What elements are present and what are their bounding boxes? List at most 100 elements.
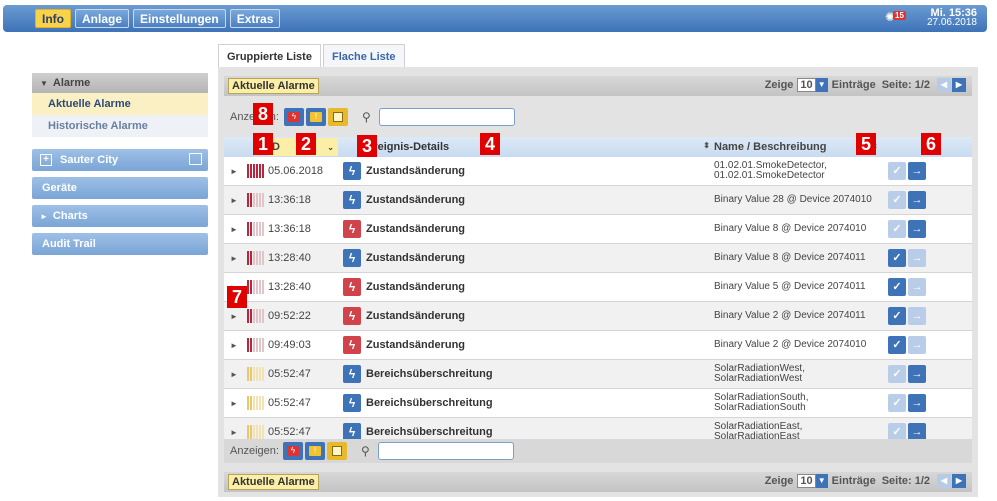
row-name: 01.02.01.SmokeDetector, 01.02.01.SmokeDet… <box>714 161 884 181</box>
page-size-select[interactable]: 10 ▼ <box>797 78 828 92</box>
table-row[interactable]: ► 05:52:47 ϟ Bereichsüberschreitung SolarRad… <box>224 389 972 418</box>
sidebar-block-label: Charts <box>52 210 88 222</box>
table-row[interactable]: ► 09:52:22 ϟ Zustandsänderung Binary Value 2… <box>224 302 972 331</box>
column-event[interactable]: Ereignis-Details ⬍ <box>366 141 714 153</box>
dropdown-arrow-icon[interactable]: ▼ <box>815 474 828 488</box>
table-row[interactable]: ► 05.06.2018 ϟ Zustandsänderung 01.02.01.Smo… <box>224 157 972 186</box>
filter-warning-button[interactable]: ! <box>306 108 326 126</box>
search-input[interactable] <box>377 442 514 460</box>
expand-row-icon[interactable]: ► <box>224 370 244 379</box>
table-row[interactable]: ► 05:52:47 ϟ Bereichsüberschreitung SolarRad… <box>224 360 972 389</box>
forward-arrow-icon[interactable]: → <box>908 191 926 209</box>
forward-arrow-icon[interactable]: → <box>908 220 926 238</box>
sidebar-section-alarme[interactable]: ▼ Alarme <box>32 73 208 93</box>
entries-label: Einträge <box>831 79 876 91</box>
marker-1: 1 <box>253 133 273 155</box>
table-row[interactable]: ► 13:28:40 ϟ Zustandsänderung Binary Value 8… <box>224 244 972 273</box>
sidebar: ▼ Alarme Aktuelle Alarme Historische Ala… <box>32 73 208 255</box>
acknowledge-check-icon[interactable]: ✓ <box>888 220 906 238</box>
expand-row-icon[interactable]: ► <box>224 225 244 234</box>
next-page-icon[interactable]: ▶ <box>952 474 966 488</box>
page-size-select[interactable]: 10 ▼ <box>797 474 828 488</box>
expand-arrow-icon: ► <box>40 211 48 221</box>
priority-bar-icon <box>244 425 268 439</box>
acknowledge-check-icon[interactable]: ✓ <box>888 336 906 354</box>
sort-desc-icon[interactable]: ⌄ <box>327 143 334 152</box>
show-label: Zeige <box>764 79 794 91</box>
row-name-line1: Binary Value 2 @ Device 2074011 <box>714 310 866 321</box>
event-bolt-icon: ϟ <box>343 162 361 180</box>
sidebar-item-aktuelle-alarme[interactable]: Aktuelle Alarme <box>32 93 208 115</box>
table-row[interactable]: ► 13:36:18 ϟ Zustandsänderung Binary Value 2… <box>224 186 972 215</box>
expand-plus-icon[interactable]: + <box>40 154 52 166</box>
filter-alarm-button[interactable]: ϟ <box>282 442 303 460</box>
sidebar-block-label: Audit Trail <box>42 238 96 250</box>
row-event: Bereichsüberschreitung <box>366 426 493 438</box>
acknowledge-check-icon[interactable]: ✓ <box>888 191 906 209</box>
warning-icon: ! <box>308 446 321 456</box>
column-date-label: D <box>272 141 280 153</box>
expand-row-icon[interactable]: ► <box>224 428 244 437</box>
filter-warning-button[interactable]: ! <box>304 442 325 460</box>
alarm-indicator-icon[interactable]: ✺ 15 <box>885 10 907 26</box>
table-row[interactable]: ► 13:36:18 ϟ Zustandsänderung Binary Value 8… <box>224 215 972 244</box>
image-icon[interactable] <box>189 153 202 165</box>
expand-row-icon[interactable]: ► <box>224 341 244 350</box>
sidebar-block-geraete[interactable]: Geräte <box>32 177 208 199</box>
next-page-icon[interactable]: ▶ <box>952 78 966 92</box>
forward-arrow-icon[interactable]: → <box>908 365 926 383</box>
filter-note-button[interactable] <box>326 442 347 460</box>
expand-row-icon[interactable]: ► <box>224 196 244 205</box>
expand-row-icon[interactable]: ► <box>224 167 244 176</box>
expand-row-icon[interactable]: ► <box>224 312 244 321</box>
row-event: Zustandsänderung <box>366 281 466 293</box>
forward-arrow-icon[interactable]: → <box>908 162 926 180</box>
nav-anlage[interactable]: Anlage <box>75 9 130 28</box>
sort-icon[interactable]: ⬍ <box>703 141 710 153</box>
page-indicator: Seite: 1/2 <box>881 475 930 487</box>
row-date: 05:52:47 <box>268 397 311 409</box>
filter-label: Anzeigen: <box>230 445 279 457</box>
filter-alarm-button[interactable]: ϟ <box>284 108 304 126</box>
table-row[interactable]: ►13:28:40ϟZustandsänderungBinary Value 5… <box>224 273 972 302</box>
acknowledge-check-icon[interactable]: ✓ <box>888 365 906 383</box>
alarm-count-badge: 15 <box>893 11 906 20</box>
row-date: 13:28:40 <box>268 281 311 293</box>
sidebar-block-label: Geräte <box>42 182 77 194</box>
row-date: 05:52:47 <box>268 426 311 438</box>
acknowledge-check-icon[interactable]: ✓ <box>888 278 906 296</box>
sidebar-block-sauter-city[interactable]: + Sauter City <box>32 149 208 171</box>
acknowledge-check-icon[interactable]: ✓ <box>888 307 906 325</box>
forward-arrow-icon[interactable]: → <box>908 307 926 325</box>
priority-bar-icon <box>244 222 268 236</box>
table-row[interactable]: ► 09:49:03 ϟ Zustandsänderung Binary Value 2… <box>224 331 972 360</box>
expand-row-icon[interactable]: ► <box>224 254 244 263</box>
row-event: Bereichsüberschreitung <box>366 368 493 380</box>
tab-gruppierte-liste[interactable]: Gruppierte Liste <box>218 44 321 68</box>
forward-arrow-icon[interactable]: → <box>908 249 926 267</box>
acknowledge-check-icon[interactable]: ✓ <box>888 162 906 180</box>
nav-info[interactable]: Info <box>35 9 71 28</box>
event-bolt-icon: ϟ <box>343 278 361 296</box>
sidebar-block-charts[interactable]: ► Charts <box>32 205 208 227</box>
acknowledge-check-icon[interactable]: ✓ <box>888 394 906 412</box>
acknowledge-check-icon[interactable]: ✓ <box>888 249 906 267</box>
row-date: 13:36:18 <box>268 194 311 206</box>
forward-arrow-icon[interactable]: → <box>908 394 926 412</box>
nav-einstellungen[interactable]: Einstellungen <box>133 9 226 28</box>
forward-arrow-icon[interactable]: → <box>908 278 926 296</box>
sidebar-block-audit-trail[interactable]: Audit Trail <box>32 233 208 255</box>
expand-row-icon[interactable]: ► <box>224 399 244 408</box>
forward-arrow-icon[interactable]: → <box>908 336 926 354</box>
tab-flache-liste[interactable]: Flache Liste <box>322 44 405 68</box>
funnel-icon[interactable]: ⚲ <box>361 444 370 458</box>
dropdown-arrow-icon[interactable]: ▼ <box>815 78 828 92</box>
sidebar-item-historische-alarme[interactable]: Historische Alarme <box>32 115 208 137</box>
funnel-icon[interactable]: ⚲ <box>362 110 371 124</box>
prev-page-icon[interactable]: ◀ <box>937 78 951 92</box>
prev-page-icon[interactable]: ◀ <box>937 474 951 488</box>
filter-note-button[interactable] <box>328 108 348 126</box>
search-input[interactable] <box>378 108 515 126</box>
nav-extras[interactable]: Extras <box>229 9 281 28</box>
priority-bar-icon <box>244 309 268 323</box>
